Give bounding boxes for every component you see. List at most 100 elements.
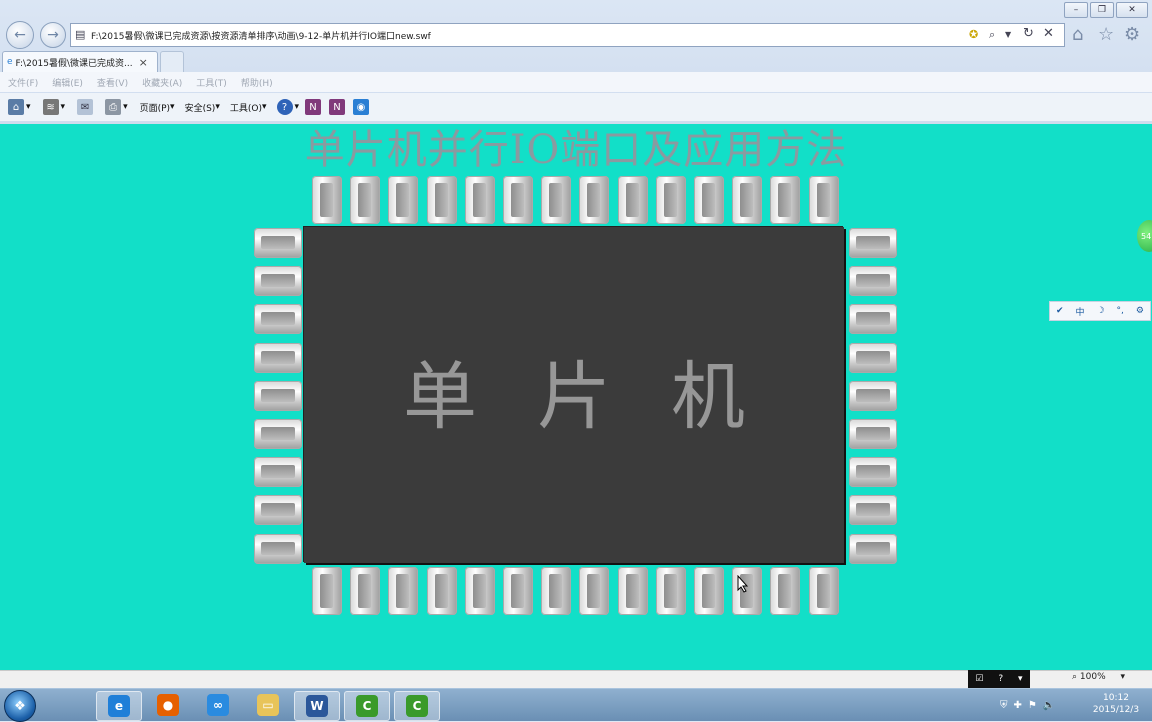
zoom-control[interactable]: ⌕ 100% ▾ (1072, 672, 1125, 682)
chip-pin-bottom (655, 567, 686, 615)
forward-arrow-icon: → (47, 27, 59, 43)
menu-favorites[interactable]: 收藏夹(A) (142, 76, 182, 89)
help-button[interactable]: ? ▾ (276, 99, 299, 115)
status-check-icon[interactable]: ☑ (975, 674, 983, 684)
page-menu-button[interactable]: 页面(P) ▾ (140, 101, 175, 114)
zoom-dropdown-icon: ▾ (1120, 672, 1126, 682)
chip-pin-top (503, 176, 533, 224)
onenote-linked-button[interactable]: N (329, 99, 347, 115)
side-float-badge[interactable]: 54 (1137, 220, 1152, 252)
address-bar[interactable]: ▤ F:\2015暑假\微课已完成资源\按资源清单排序\动画\9-12-单片机并… (70, 23, 1065, 47)
menu-help[interactable]: 帮助(H) (241, 76, 273, 89)
safety-menu-button[interactable]: 安全(S) ▾ (185, 101, 220, 114)
chip-pin-bottom (617, 567, 648, 615)
read-mail-button[interactable]: ✉ (77, 99, 95, 115)
firefox-icon: ● (157, 694, 179, 716)
search-icon[interactable]: ⌕ (989, 28, 995, 42)
system-tray: ⛨ ✚ ⚑ 🔈 (1000, 691, 1055, 719)
minimize-button[interactable]: – (1064, 2, 1088, 18)
stop-icon[interactable]: ✕ (1043, 26, 1054, 41)
chip-pin-bottom (579, 567, 610, 615)
command-bar: ⌂ ▾ ≋ ▾ ✉ ⎙ ▾ 页面(P) ▾ 安全(S) ▾ 工具(O) ▾ ? ▾ N N ◉ (0, 93, 1152, 121)
taskbar-app-explorer[interactable]: ▭ (246, 691, 290, 719)
ime-settings-icon[interactable]: ⚙ (1136, 306, 1144, 316)
home-cmd-button[interactable]: ⌂ ▾ (8, 99, 31, 115)
printer-icon: ⎙ (105, 99, 122, 115)
feeds-button[interactable]: ≋ ▾ (42, 99, 65, 115)
chip-pin-left (254, 304, 302, 335)
restore-button[interactable]: ❐ (1090, 2, 1114, 18)
back-arrow-icon: ← (14, 27, 26, 43)
tab-close-icon[interactable]: × (139, 56, 148, 69)
chip-pin-top (541, 176, 572, 224)
window-controls: – ❐ ✕ (1064, 2, 1148, 18)
browser-tab[interactable]: e F:\2015暑假\微课已完成资... × (2, 51, 158, 72)
chip-pin-bottom (541, 567, 572, 615)
refresh-icon[interactable]: ↻ (1023, 26, 1034, 41)
tray-flag-icon[interactable]: ⚑ (1028, 700, 1037, 711)
ime-check-icon[interactable]: ✔ (1056, 306, 1064, 316)
chip-pin-top (350, 176, 381, 224)
help-icon: ? (276, 99, 293, 115)
menu-tools[interactable]: 工具(T) (196, 76, 227, 89)
tray-network-plus-icon[interactable]: ✚ (1014, 700, 1022, 711)
chip-pin-top (770, 176, 801, 224)
chip-pin-right (849, 457, 897, 488)
clock-date: 2015/12/3 (1092, 705, 1140, 715)
tools-menu-button[interactable]: 工具(O) ▾ (230, 101, 267, 114)
browser-chrome: – ❐ ✕ ← → ▤ F:\2015暑假\微课已完成资源\按资源清单排序\动画… (0, 0, 1152, 124)
zoom-icon: ⌕ (1072, 672, 1078, 682)
explorer-icon: ▭ (257, 694, 279, 716)
flash-content-area[interactable]: 单片机并行IO端口及应用方法 单片机 54 ✔ 中 ☽ °, ⚙ (0, 124, 1152, 670)
chip-pin-top (808, 176, 839, 224)
compat-icon[interactable]: ✪ (969, 28, 978, 41)
taskbar-app-word[interactable]: W (294, 691, 340, 721)
ime-punct-icon[interactable]: °, (1117, 306, 1124, 316)
clock-time: 10:12 (1103, 693, 1129, 703)
tray-shield-icon[interactable]: ⛨ (1000, 700, 1008, 711)
print-button[interactable]: ⎙ ▾ (105, 99, 128, 115)
settings-gear-icon[interactable]: ⚙ (1124, 24, 1140, 45)
forward-button[interactable]: → (40, 22, 66, 48)
chip-pin-bottom (464, 567, 495, 615)
menu-bar: 文件(F) 编辑(E) 查看(V) 收藏夹(A) 工具(T) 帮助(H) (0, 72, 1152, 92)
onenote-button[interactable]: N (305, 99, 323, 115)
chip-pin-right (849, 495, 897, 526)
close-window-button[interactable]: ✕ (1116, 2, 1148, 18)
ime-chinese-toggle[interactable]: 中 (1076, 305, 1085, 318)
chip-pin-top (464, 176, 495, 224)
chip-pin-left (254, 419, 302, 449)
safety-menu-label: 安全(S) (184, 103, 216, 114)
baidu-cloud-icon: ∞ (207, 694, 229, 716)
home-icon[interactable]: ⌂ (1072, 24, 1083, 45)
taskbar-app-firefox[interactable]: ● (146, 691, 190, 719)
tray-speaker-icon[interactable]: 🔈 (1043, 700, 1055, 711)
chip-pin-top (694, 176, 724, 224)
favorites-icon[interactable]: ☆ (1098, 24, 1114, 45)
menu-edit[interactable]: 编辑(E) (52, 76, 83, 89)
chip-pin-bottom (388, 567, 419, 615)
animation-title: 单片机并行IO端口及应用方法 (304, 127, 848, 173)
chip-pin-right (849, 266, 897, 297)
tab-title: F:\2015暑假\微课已完成资... (15, 58, 133, 69)
taskbar-app-baidu-cloud[interactable]: ∞ (196, 691, 240, 719)
chip-pin-bottom (808, 567, 839, 615)
chip-label: 单片机 (403, 354, 805, 440)
menu-file[interactable]: 文件(F) (8, 76, 38, 89)
taskbar-app-camtasia-2[interactable]: C (394, 691, 440, 721)
addon-button[interactable]: ◉ (353, 99, 371, 115)
status-help-icon[interactable]: ? (998, 674, 1003, 684)
menu-view[interactable]: 查看(V) (97, 76, 128, 89)
start-button[interactable]: ❖ (4, 690, 36, 722)
page-icon: ▤ (75, 28, 86, 41)
taskbar-app-camtasia-1[interactable]: C (344, 691, 390, 721)
dropdown-icon[interactable]: ▼ (1005, 30, 1011, 39)
back-button[interactable]: ← (6, 21, 34, 49)
word-icon: W (306, 695, 328, 717)
ime-moon-icon[interactable]: ☽ (1096, 306, 1104, 316)
taskbar-app-ie[interactable]: e (96, 691, 142, 721)
taskbar-clock[interactable]: 10:12 2015/12/3 (1086, 692, 1146, 716)
status-dropdown-icon[interactable]: ▾ (1018, 674, 1023, 684)
new-tab-button[interactable] (160, 51, 184, 72)
chip-pin-top (732, 176, 763, 224)
